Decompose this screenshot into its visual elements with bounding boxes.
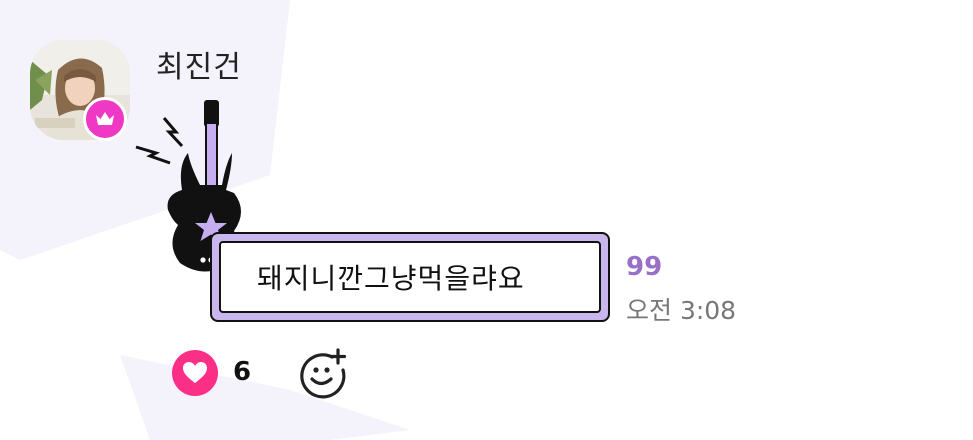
message-bubble[interactable]: 돼지니깐그냥먹을랴요 xyxy=(210,232,610,322)
heart-icon xyxy=(183,362,207,383)
unread-count: 99 xyxy=(626,252,663,282)
message-text: 돼지니깐그냥먹을랴요 xyxy=(257,262,525,295)
add-emoji-icon[interactable] xyxy=(298,348,350,400)
heart-count: 6 xyxy=(233,357,252,387)
message-time: 오전 3:08 xyxy=(626,296,737,325)
crown-icon xyxy=(96,112,114,125)
sender-name: 최진건 xyxy=(156,50,242,85)
heart-reaction-button[interactable] xyxy=(172,350,218,396)
crown-badge xyxy=(83,97,127,141)
